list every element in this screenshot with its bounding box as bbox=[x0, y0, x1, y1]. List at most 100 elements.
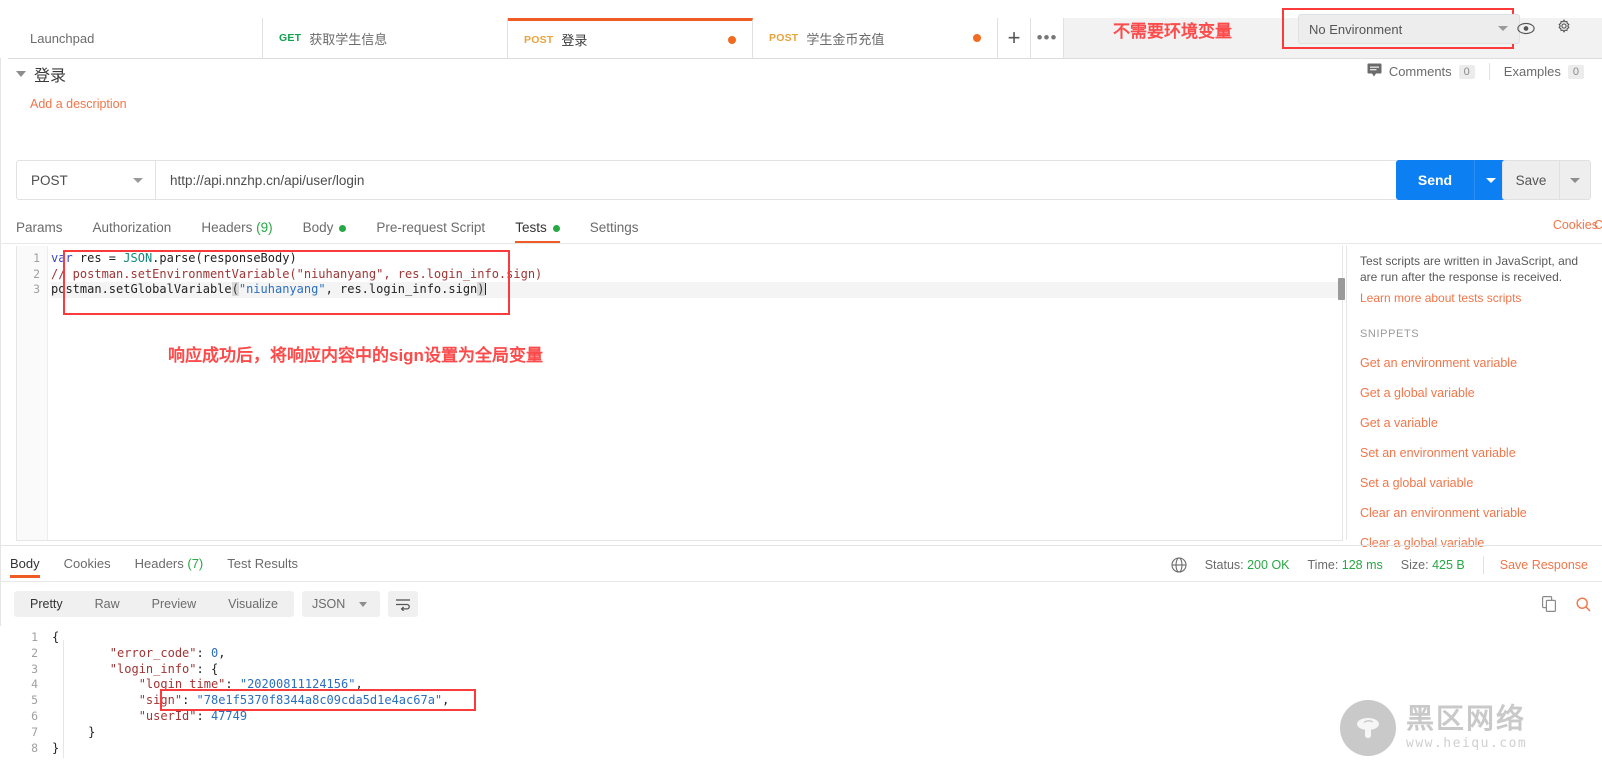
response-body-line: "error_code": 0, bbox=[52, 646, 449, 662]
comments-button[interactable]: Comments 0 bbox=[1367, 63, 1490, 80]
content-type-selector[interactable]: JSON bbox=[301, 591, 380, 617]
tests-script-editor[interactable]: 123 var res = JSON.parse(responseBody)//… bbox=[16, 246, 1343, 541]
snippet-item[interactable]: Get a global variable bbox=[1360, 386, 1594, 400]
gear-icon[interactable] bbox=[1552, 14, 1576, 40]
code-link[interactable]: Co bbox=[1594, 218, 1602, 232]
editor-scrollbar-thumb[interactable] bbox=[1338, 278, 1345, 300]
format-tab-pretty[interactable]: Pretty bbox=[14, 591, 79, 617]
request-tab-3[interactable]: POST 登录 bbox=[508, 18, 753, 58]
examples-button[interactable]: Examples 0 bbox=[1490, 64, 1584, 79]
size-item: Size: 425 B bbox=[1401, 558, 1465, 572]
save-button[interactable]: Save bbox=[1502, 160, 1559, 200]
comments-count: 0 bbox=[1458, 64, 1475, 79]
watermark-url: www.heiqu.com bbox=[1406, 736, 1528, 751]
tab-options-button[interactable]: ••• bbox=[1031, 18, 1064, 58]
status-item: Status: 200 OK bbox=[1205, 558, 1290, 572]
response-tab-test-results[interactable]: Test Results bbox=[227, 556, 298, 578]
editor-line: postman.setGlobalVariable("niuhanyang", … bbox=[51, 282, 1340, 298]
response-body-line: } bbox=[52, 725, 449, 741]
chevron-down-icon bbox=[133, 178, 143, 183]
request-tab-params[interactable]: Params bbox=[16, 220, 81, 244]
new-tab-button[interactable]: + bbox=[998, 18, 1031, 58]
editor-line-number: 1 bbox=[33, 251, 40, 265]
size-value: 425 B bbox=[1432, 558, 1465, 572]
unsaved-changes-dot-icon bbox=[973, 34, 981, 42]
search-icon[interactable] bbox=[1572, 592, 1594, 616]
save-response-button[interactable]: Save Response bbox=[1500, 558, 1588, 572]
format-tab-raw[interactable]: Raw bbox=[79, 591, 136, 617]
response-section-tabs: Body Cookies Headers (7) Test Results bbox=[10, 552, 322, 578]
json-token: "error_code" bbox=[109, 645, 197, 660]
request-tab-label: Params bbox=[16, 220, 63, 235]
url-text: http://api.nnzhp.cn/api/user/login bbox=[170, 172, 365, 188]
request-tab-body[interactable]: Body bbox=[303, 220, 365, 244]
editor-code-content[interactable]: var res = JSON.parse(responseBody)// pos… bbox=[51, 251, 1340, 298]
meta-divider bbox=[1482, 556, 1484, 574]
snippet-item[interactable]: Set an environment variable bbox=[1360, 446, 1594, 460]
format-tab-preview[interactable]: Preview bbox=[136, 591, 212, 617]
request-tab-pre-request-script[interactable]: Pre-request Script bbox=[376, 220, 503, 244]
snippets-list: Get an environment variable Get a global … bbox=[1360, 356, 1594, 550]
json-token: } bbox=[88, 724, 96, 739]
send-button[interactable]: Send bbox=[1396, 160, 1474, 200]
json-token: "userId" bbox=[138, 708, 197, 723]
request-tab-authorization[interactable]: Authorization bbox=[93, 220, 190, 244]
request-tab-label: Headers bbox=[201, 220, 253, 235]
snippet-item[interactable]: Get a variable bbox=[1360, 416, 1594, 430]
response-tab-body[interactable]: Body bbox=[10, 556, 40, 578]
response-body-line: { bbox=[52, 630, 449, 646]
tab-label: 学生金币充值 bbox=[806, 31, 885, 47]
chevron-down-icon bbox=[1498, 26, 1508, 31]
globe-icon[interactable] bbox=[1171, 557, 1187, 573]
response-header-divider bbox=[0, 581, 1602, 582]
tab-label: 登录 bbox=[561, 33, 588, 48]
snippet-item[interactable]: Clear a global variable bbox=[1360, 536, 1594, 550]
environment-selector[interactable]: No Environment bbox=[1298, 14, 1520, 44]
tab-label: Launchpad bbox=[30, 30, 95, 46]
watermark-logo-icon bbox=[1340, 700, 1396, 756]
request-tabs-divider bbox=[0, 243, 1602, 244]
code-token: JSON bbox=[123, 251, 153, 265]
format-tab-visualize[interactable]: Visualize bbox=[212, 591, 294, 617]
snippet-item[interactable]: Get an environment variable bbox=[1360, 356, 1594, 370]
response-line-number: 2 bbox=[31, 645, 38, 660]
learn-more-link[interactable]: Learn more about tests scripts bbox=[1360, 291, 1594, 305]
response-line-numbers: 12345678 bbox=[14, 626, 46, 756]
request-tab-2[interactable]: GET 获取学生信息 bbox=[263, 18, 508, 58]
wrap-lines-icon[interactable] bbox=[387, 591, 418, 617]
url-input[interactable]: http://api.nnzhp.cn/api/user/login bbox=[155, 160, 1447, 200]
request-tab-1[interactable]: Launchpad bbox=[0, 18, 263, 58]
json-token: 47749 bbox=[210, 708, 248, 723]
response-line-number: 8 bbox=[31, 740, 38, 755]
copy-icon[interactable] bbox=[1538, 592, 1560, 616]
request-section-tabs: Params Authorization Headers (9) Body Pre-re… bbox=[16, 212, 668, 244]
editor-line: var res = JSON.parse(responseBody) bbox=[51, 251, 1340, 267]
request-tab-settings[interactable]: Settings bbox=[590, 220, 657, 244]
text-cursor bbox=[484, 283, 486, 295]
eye-icon[interactable] bbox=[1514, 16, 1538, 40]
request-tab-headers[interactable]: Headers (9) bbox=[201, 220, 290, 244]
save-options-button[interactable] bbox=[1559, 160, 1591, 200]
editor-panel-divider bbox=[1346, 246, 1347, 540]
response-line-number: 6 bbox=[31, 708, 38, 723]
json-token: : bbox=[225, 677, 240, 692]
request-tab-label: Pre-request Script bbox=[376, 220, 486, 235]
json-token: , bbox=[442, 693, 450, 708]
http-method-selector[interactable]: POST bbox=[16, 160, 155, 200]
response-line-number: 1 bbox=[31, 630, 38, 644]
has-content-dot-icon bbox=[339, 224, 347, 232]
request-tab-4[interactable]: POST 学生金币充值 bbox=[753, 18, 998, 58]
snippet-item[interactable]: Clear an environment variable bbox=[1360, 506, 1594, 520]
snippet-item[interactable]: Set a global variable bbox=[1360, 476, 1594, 490]
request-tab-tests[interactable]: Tests bbox=[515, 220, 578, 244]
collapse-caret-icon[interactable] bbox=[16, 71, 26, 77]
add-description-link[interactable]: Add a description bbox=[30, 97, 127, 111]
has-content-dot-icon bbox=[552, 224, 560, 232]
code-token: , res.login_info.sign bbox=[325, 282, 478, 296]
response-tab-headers[interactable]: Headers (7) bbox=[135, 556, 204, 578]
response-tab-cookies[interactable]: Cookies bbox=[64, 556, 111, 578]
response-line-number: 4 bbox=[31, 677, 38, 692]
time-label: Time: bbox=[1307, 558, 1339, 572]
code-token: res = bbox=[72, 251, 124, 265]
